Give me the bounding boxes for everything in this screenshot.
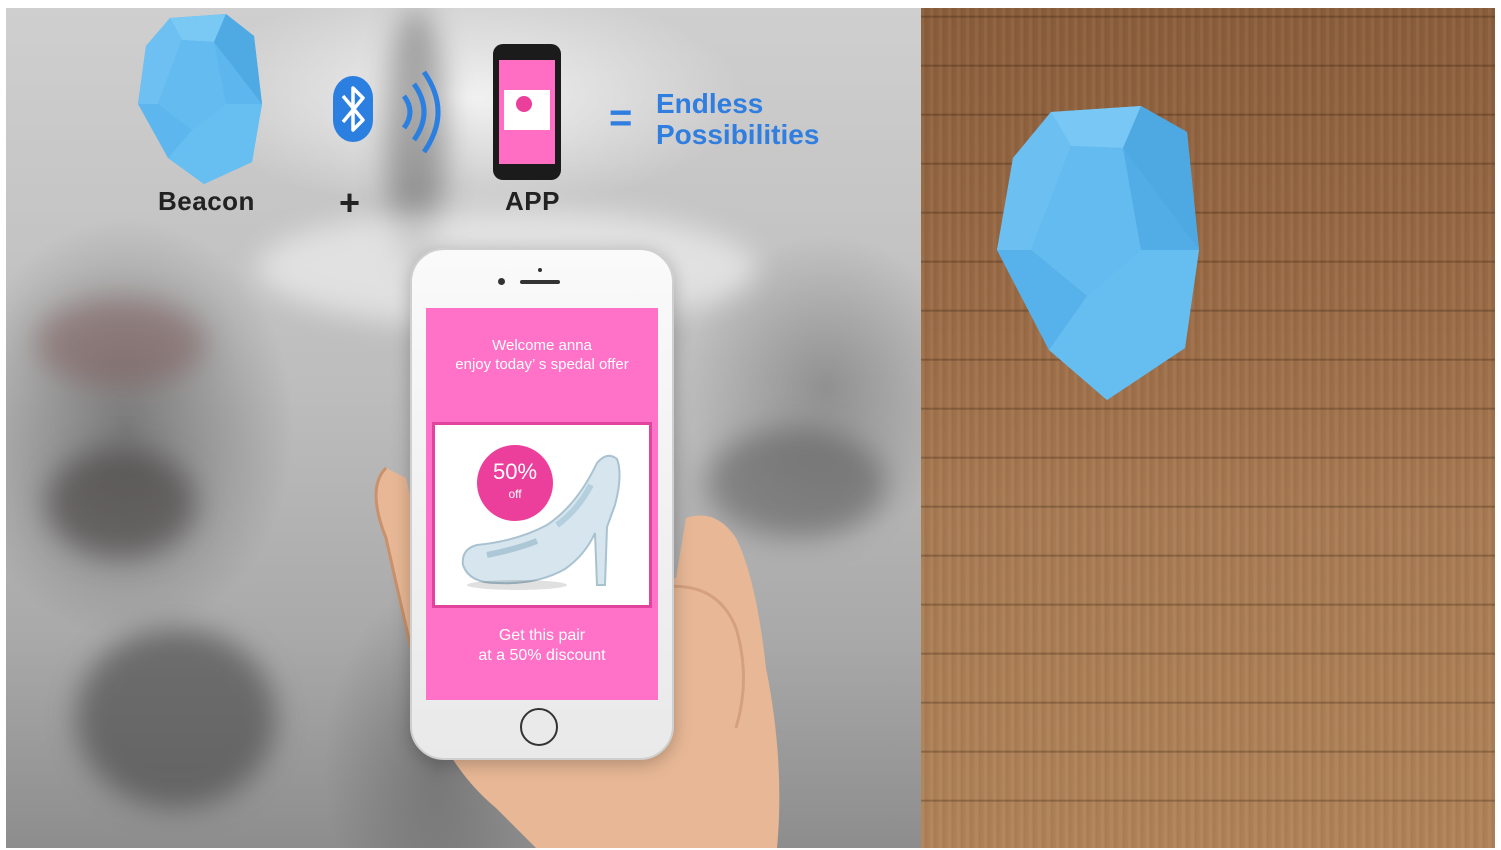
plus-sign: + <box>339 182 361 223</box>
cta-line: at a 50% discount <box>478 647 606 664</box>
equals-sign: = <box>609 96 633 140</box>
earpiece-speaker <box>520 280 560 284</box>
endless-possibilities-text: Endless Possibilities <box>656 88 819 150</box>
smartphone: Welcome anna enjoy today’ s spedal offer… <box>410 248 674 760</box>
home-button[interactable] <box>520 708 558 746</box>
high-heel-shoe-image <box>461 454 621 590</box>
welcome-message: Welcome anna enjoy today’ s spedal offer <box>426 336 658 374</box>
phone-screen: Welcome anna enjoy today’ s spedal offer… <box>426 308 658 700</box>
mini-offer-card <box>504 90 550 130</box>
possibilities-line: Possibilities <box>656 119 820 150</box>
app-label: APP <box>505 186 560 216</box>
app-phone-icon <box>493 44 561 180</box>
mini-discount-badge <box>516 96 532 112</box>
signal-waves-icon <box>401 70 441 154</box>
cta-line: Get this pair <box>498 627 586 644</box>
offer-line: enjoy today’ s spedal offer <box>455 356 629 373</box>
call-to-action[interactable]: Get this pair at a 50% discount <box>426 626 658 666</box>
beacon-label: Beacon <box>158 186 255 216</box>
offer-card[interactable]: 50% off <box>432 422 652 608</box>
beacon-icon <box>138 14 262 184</box>
bluetooth-icon <box>333 76 373 142</box>
proximity-sensor <box>538 268 542 272</box>
photo-scene: Beacon + APP = Endless Possibilities Wel… <box>6 8 1495 848</box>
endless-line: Endless <box>656 88 764 119</box>
welcome-line: Welcome anna <box>492 337 592 354</box>
beacon-device-large <box>997 106 1199 400</box>
front-camera <box>498 278 505 285</box>
mini-phone-screen <box>499 60 555 164</box>
